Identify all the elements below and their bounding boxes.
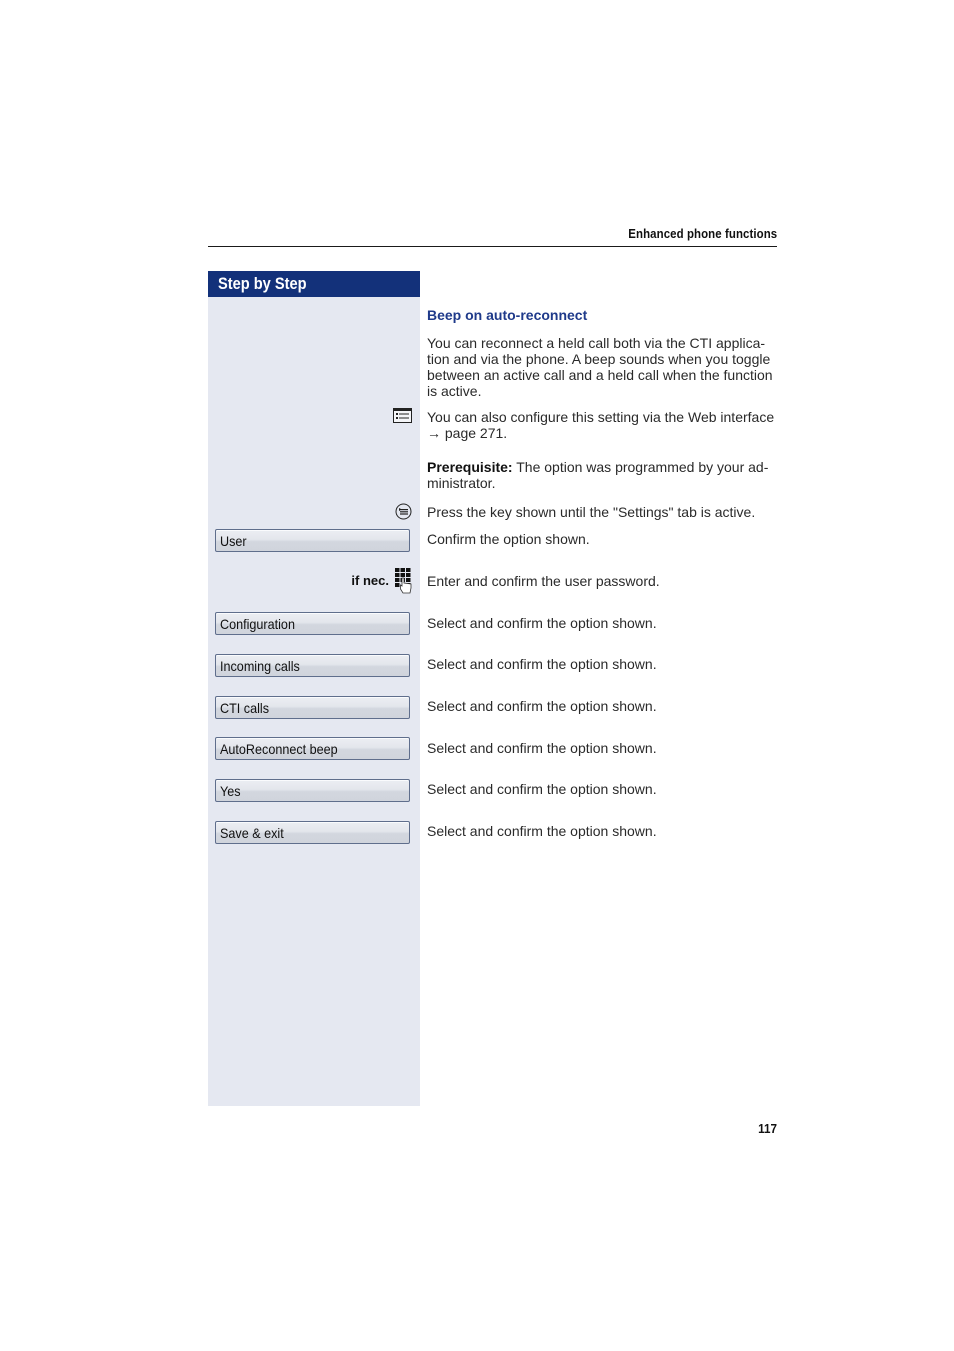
menu-option-label: Yes <box>220 783 241 799</box>
prerequisite-text: The option was programmed by your ad- <box>512 459 769 475</box>
intro-line: is active. <box>427 383 482 399</box>
menu-option-label: Configuration <box>220 616 295 632</box>
web-interface-icon <box>393 408 412 428</box>
step-instruction: Enter and confirm the user password. <box>427 573 660 589</box>
step-instruction: Press the key shown until the "Settings"… <box>427 504 756 520</box>
menu-option-label: AutoReconnect beep <box>220 741 338 757</box>
menu-option-configuration[interactable]: Configuration <box>215 612 410 635</box>
web-note-line: You can also configure this setting via … <box>427 409 775 425</box>
intro-line: between an active call and a held call w… <box>427 367 773 383</box>
page-number: 117 <box>758 1121 777 1136</box>
if-necessary-label: if nec. <box>351 573 389 588</box>
web-interface-note: You can also configure this setting via … <box>427 409 779 441</box>
step-by-step-title: Step by Step <box>218 274 307 293</box>
step-instruction: Select and confirm the option shown. <box>427 656 657 672</box>
step-instruction: Select and confirm the option shown. <box>427 740 657 756</box>
menu-option-label: User <box>220 533 247 549</box>
page-reference-link[interactable]: page 271. <box>445 425 507 441</box>
menu-option-label: Incoming calls <box>220 658 300 674</box>
step-instruction: Select and confirm the option shown. <box>427 698 657 714</box>
step-instruction: Select and confirm the option shown. <box>427 823 657 839</box>
header-rule <box>208 246 777 247</box>
intro-line: tion and via the phone. A beep sounds wh… <box>427 351 771 367</box>
page-reference-arrow: → <box>427 425 441 441</box>
step-instruction: Select and confirm the option shown. <box>427 781 657 797</box>
prerequisite-text: ministrator. <box>427 475 496 491</box>
menu-option-label: Save & exit <box>220 825 284 841</box>
menu-option-incoming-calls[interactable]: Incoming calls <box>215 654 410 677</box>
step-instruction: Confirm the option shown. <box>427 531 590 547</box>
keypad-icon <box>395 568 413 599</box>
menu-option-user[interactable]: User <box>215 529 410 552</box>
menu-option-cti-calls[interactable]: CTI calls <box>215 696 410 719</box>
prerequisite-label: Prerequisite: <box>427 459 513 475</box>
section-title: Beep on auto-reconnect <box>427 307 588 323</box>
menu-option-label: CTI calls <box>220 700 270 716</box>
menu-key-icon <box>395 503 412 525</box>
menu-option-save-exit[interactable]: Save & exit <box>215 821 410 844</box>
menu-option-yes[interactable]: Yes <box>215 779 410 802</box>
running-header-title: Enhanced phone functions <box>628 226 777 241</box>
prerequisite-note: Prerequisite: The option was programmed … <box>427 459 779 491</box>
intro-paragraph: You can reconnect a held call both via t… <box>427 335 779 399</box>
menu-option-autoreconnect-beep[interactable]: AutoReconnect beep <box>215 737 410 760</box>
intro-line: You can reconnect a held call both via t… <box>427 335 766 351</box>
step-instruction: Select and confirm the option shown. <box>427 615 657 631</box>
step-by-step-header: Step by Step <box>208 271 420 297</box>
